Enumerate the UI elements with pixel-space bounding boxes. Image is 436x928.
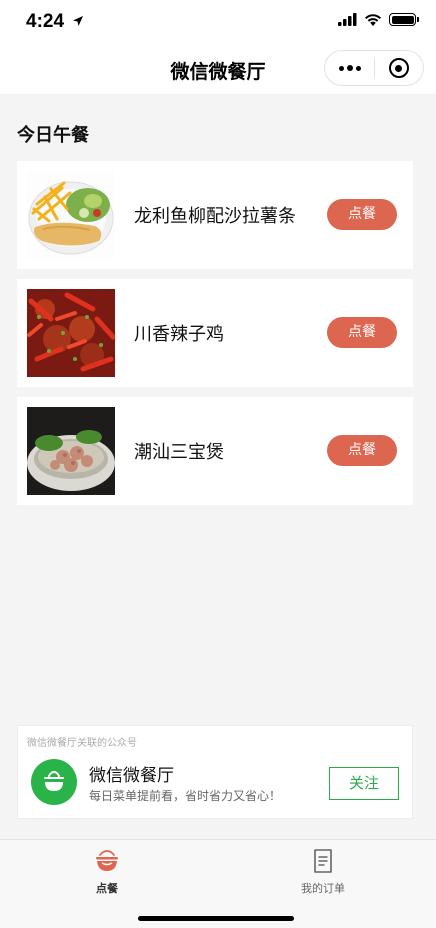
order-button[interactable]: 点餐 bbox=[327, 199, 397, 230]
wifi-icon bbox=[365, 14, 381, 26]
more-dots-icon[interactable] bbox=[325, 51, 374, 85]
section-title: 今日午餐 bbox=[17, 125, 89, 146]
location-arrow-icon bbox=[73, 16, 84, 26]
official-account-header: 微信微餐厅关联的公众号 bbox=[27, 738, 137, 749]
tab-order-label: 点餐 bbox=[96, 882, 118, 895]
chaoshan-soup-image bbox=[27, 407, 115, 495]
miniprogram-capsule bbox=[324, 50, 424, 86]
status-time-text: 4:24 bbox=[26, 11, 65, 32]
bowl-icon bbox=[96, 850, 118, 871]
dish-name: 龙利鱼柳配沙拉薯条 bbox=[134, 206, 296, 227]
follow-button[interactable]: 关注 bbox=[329, 767, 399, 800]
signal-icon bbox=[338, 13, 357, 26]
close-target-icon[interactable] bbox=[375, 51, 423, 85]
official-account-description: 每日菜单提前看，省时省力又省心！ bbox=[89, 789, 282, 803]
status-time: 4:24 bbox=[26, 11, 84, 33]
spicy-chicken-image bbox=[27, 289, 115, 377]
order-button[interactable]: 点餐 bbox=[327, 317, 397, 348]
menu-list: 龙利鱼柳配沙拉薯条 点餐 川香辣子鸡 点餐 潮汕三宝煲 点餐 bbox=[17, 161, 413, 515]
order-list-icon bbox=[314, 849, 332, 873]
order-button[interactable]: 点餐 bbox=[327, 435, 397, 466]
dish-name: 潮汕三宝煲 bbox=[134, 442, 224, 463]
tab-bar: 点餐 我的订单 bbox=[0, 839, 436, 928]
status-icons bbox=[338, 13, 419, 26]
dish-name: 川香辣子鸡 bbox=[134, 324, 224, 345]
tab-my-orders-label: 我的订单 bbox=[301, 882, 345, 895]
tab-my-orders[interactable]: 我的订单 bbox=[273, 848, 373, 896]
menu-item: 龙利鱼柳配沙拉薯条 点餐 bbox=[17, 161, 413, 269]
menu-item: 潮汕三宝煲 点餐 bbox=[17, 397, 413, 505]
home-indicator bbox=[138, 916, 294, 921]
menu-item: 川香辣子鸡 点餐 bbox=[17, 279, 413, 387]
fish-salad-fries-image bbox=[27, 171, 115, 259]
battery-icon bbox=[389, 13, 419, 26]
tab-order[interactable]: 点餐 bbox=[57, 848, 157, 896]
official-account-name: 微信微餐厅 bbox=[89, 766, 174, 786]
official-account-card[interactable]: 微信微餐厅关联的公众号 微信微餐厅 每日菜单提前看，省时省力又省心！ 关注 bbox=[17, 725, 413, 819]
bowl-logo-icon bbox=[31, 759, 77, 805]
status-bar: 4:24 bbox=[0, 0, 436, 44]
nav-bar: 微信微餐厅 bbox=[0, 44, 436, 94]
